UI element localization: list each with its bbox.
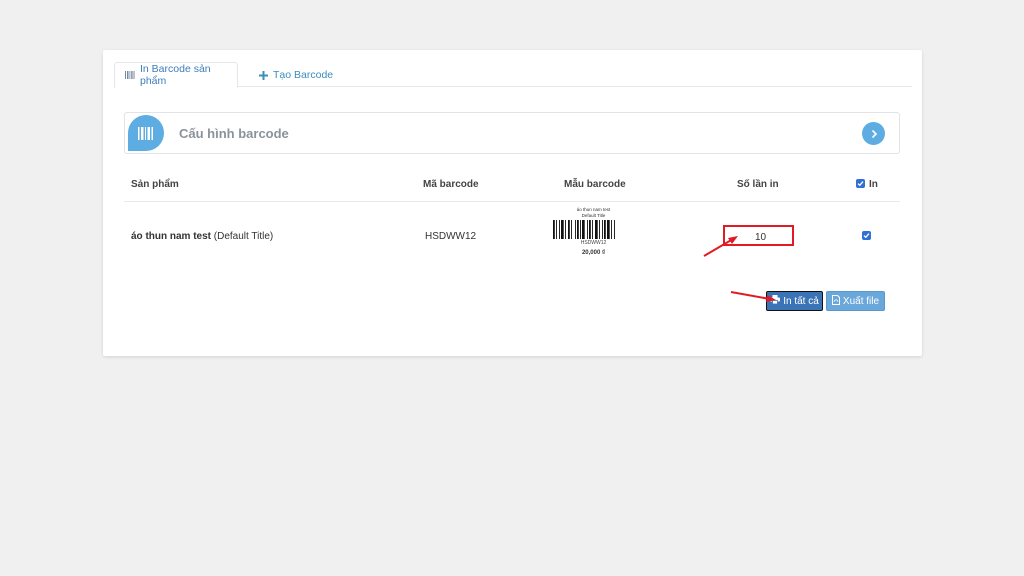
select-all-checkbox[interactable] xyxy=(856,179,865,188)
sample-variant: Default Title xyxy=(581,213,606,218)
config-title: Cấu hình barcode xyxy=(179,126,289,141)
product-name: áo thun nam test xyxy=(131,231,212,242)
barcode-icon xyxy=(128,115,164,151)
sample-price: 20,000 ₫ xyxy=(581,250,606,256)
barcode-image xyxy=(553,220,615,239)
tab-create-barcode[interactable]: Tạo Barcode xyxy=(249,62,343,88)
print-all-button[interactable]: In tất cả xyxy=(766,291,823,311)
barcode-icon xyxy=(125,71,135,79)
tab-create-barcode-label: Tạo Barcode xyxy=(273,69,334,81)
export-file-button[interactable]: Xuất file xyxy=(826,291,885,311)
barcode-panel: In Barcode sản phẩm Tạo Barcode Cấu hình… xyxy=(103,50,922,356)
print-all-label: In tất cả xyxy=(783,295,819,307)
header-product: Sản phẩm xyxy=(131,179,179,190)
tab-print-barcode-label: In Barcode sản phẩm xyxy=(140,63,211,87)
header-barcode-sample: Mẫu barcode xyxy=(564,179,626,190)
sample-code: HSDWW12 xyxy=(580,240,607,246)
header-barcode-code: Mã barcode xyxy=(423,179,479,190)
print-count-input[interactable] xyxy=(725,229,792,246)
header-print: In xyxy=(869,179,878,190)
print-count-field[interactable] xyxy=(723,225,794,246)
row-print-checkbox[interactable] xyxy=(862,231,871,240)
tab-bar: In Barcode sản phẩm Tạo Barcode xyxy=(114,62,912,88)
plus-icon xyxy=(259,70,268,80)
header-print-count: Số lần in xyxy=(737,179,779,190)
export-file-label: Xuất file xyxy=(842,295,880,307)
barcode-config-bar[interactable]: Cấu hình barcode xyxy=(124,112,900,154)
chevron-right-icon[interactable] xyxy=(862,122,885,145)
printer-icon xyxy=(770,295,781,307)
file-pdf-icon xyxy=(831,294,840,308)
barcode-sample: áo thun nam test Default Title HSDWW12 2… xyxy=(552,207,635,256)
tab-print-barcode[interactable]: In Barcode sản phẩm xyxy=(114,62,238,88)
product-variant: (Default Title) xyxy=(211,231,274,242)
header-divider xyxy=(124,201,900,202)
product-cell: áo thun nam test (Default Title) xyxy=(131,231,273,242)
barcode-code: HSDWW12 xyxy=(425,231,477,242)
